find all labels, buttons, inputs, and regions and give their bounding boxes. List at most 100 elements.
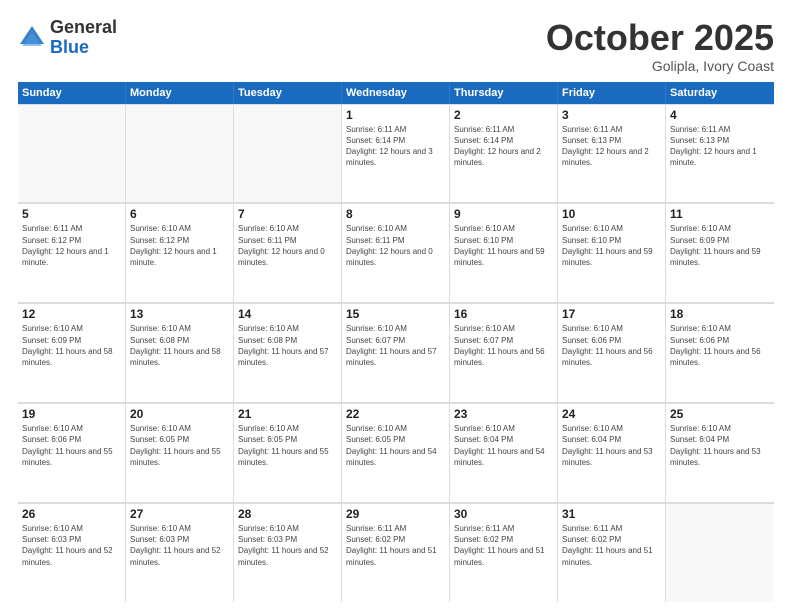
header: General Blue October 2025 Golipla, Ivory… [18,18,774,74]
cell-info: Sunrise: 6:10 AMSunset: 6:05 PMDaylight:… [346,423,445,468]
day-cell-10: 10 Sunrise: 6:10 AMSunset: 6:10 PMDayligh… [558,203,666,302]
logo-icon [18,24,46,52]
cell-info: Sunrise: 6:10 AMSunset: 6:03 PMDaylight:… [22,523,121,568]
day-number: 24 [562,407,661,421]
page: General Blue October 2025 Golipla, Ivory… [0,0,792,612]
day-number: 30 [454,507,553,521]
calendar-row-1: 5 Sunrise: 6:11 AMSunset: 6:12 PMDaylight… [18,203,774,303]
cell-info: Sunrise: 6:11 AMSunset: 6:12 PMDaylight:… [22,223,121,268]
cell-info: Sunrise: 6:10 AMSunset: 6:03 PMDaylight:… [238,523,337,568]
day-number: 11 [670,207,770,221]
cell-info: Sunrise: 6:11 AMSunset: 6:02 PMDaylight:… [454,523,553,568]
empty-cell [126,104,234,203]
cell-info: Sunrise: 6:10 AMSunset: 6:08 PMDaylight:… [130,323,229,368]
location: Golipla, Ivory Coast [546,58,774,74]
day-cell-25: 25 Sunrise: 6:10 AMSunset: 6:04 PMDayligh… [666,403,774,502]
month-title: October 2025 [546,18,774,58]
cell-info: Sunrise: 6:10 AMSunset: 6:07 PMDaylight:… [454,323,553,368]
cell-info: Sunrise: 6:10 AMSunset: 6:06 PMDaylight:… [670,323,770,368]
calendar-row-2: 12 Sunrise: 6:10 AMSunset: 6:09 PMDayligh… [18,303,774,403]
day-number: 31 [562,507,661,521]
logo-text: General Blue [50,18,117,58]
day-number: 14 [238,307,337,321]
calendar-row-0: 1Sunrise: 6:11 AMSunset: 6:14 PMDaylight… [18,104,774,204]
day-cell-11: 11 Sunrise: 6:10 AMSunset: 6:09 PMDayligh… [666,203,774,302]
day-number: 7 [238,207,337,221]
cell-info: Sunrise: 6:11 AMSunset: 6:13 PMDaylight:… [670,124,770,169]
empty-cell [18,104,126,203]
day-number: 10 [562,207,661,221]
day-cell-21: 21Sunrise: 6:10 AMSunset: 6:05 PMDayligh… [234,403,342,502]
day-cell-18: 18 Sunrise: 6:10 AMSunset: 6:06 PMDayligh… [666,303,774,402]
cell-info: Sunrise: 6:10 AMSunset: 6:04 PMDaylight:… [562,423,661,468]
day-number: 25 [670,407,770,421]
weekday-header-monday: Monday [126,82,234,104]
day-number: 27 [130,507,229,521]
day-cell-27: 27 Sunrise: 6:10 AMSunset: 6:03 PMDayligh… [126,503,234,602]
day-cell-5: 5 Sunrise: 6:11 AMSunset: 6:12 PMDaylight… [18,203,126,302]
day-number: 9 [454,207,553,221]
day-cell-26: 26 Sunrise: 6:10 AMSunset: 6:03 PMDayligh… [18,503,126,602]
cell-info: Sunrise: 6:10 AMSunset: 6:04 PMDaylight:… [670,423,770,468]
day-number: 2 [454,108,553,122]
day-cell-3: 3 Sunrise: 6:11 AMSunset: 6:13 PMDaylight… [558,104,666,203]
calendar-body: 1Sunrise: 6:11 AMSunset: 6:14 PMDaylight… [18,104,774,602]
day-number: 19 [22,407,121,421]
day-number: 5 [22,207,121,221]
empty-cell [666,503,774,602]
weekday-header-friday: Friday [558,82,666,104]
day-cell-9: 9Sunrise: 6:10 AMSunset: 6:10 PMDaylight… [450,203,558,302]
day-cell-17: 17Sunrise: 6:10 AMSunset: 6:06 PMDayligh… [558,303,666,402]
day-cell-22: 22 Sunrise: 6:10 AMSunset: 6:05 PMDayligh… [342,403,450,502]
day-number: 3 [562,108,661,122]
day-number: 29 [346,507,445,521]
day-number: 20 [130,407,229,421]
weekday-header-wednesday: Wednesday [342,82,450,104]
day-number: 28 [238,507,337,521]
day-cell-4: 4 Sunrise: 6:11 AMSunset: 6:13 PMDaylight… [666,104,774,203]
weekday-header-saturday: Saturday [666,82,774,104]
cell-info: Sunrise: 6:10 AMSunset: 6:12 PMDaylight:… [130,223,229,268]
day-cell-30: 30 Sunrise: 6:11 AMSunset: 6:02 PMDayligh… [450,503,558,602]
day-number: 26 [22,507,121,521]
day-cell-16: 16Sunrise: 6:10 AMSunset: 6:07 PMDayligh… [450,303,558,402]
calendar-header: SundayMondayTuesdayWednesdayThursdayFrid… [18,82,774,104]
day-cell-28: 28 Sunrise: 6:10 AMSunset: 6:03 PMDayligh… [234,503,342,602]
day-cell-13: 13 Sunrise: 6:10 AMSunset: 6:08 PMDayligh… [126,303,234,402]
cell-info: Sunrise: 6:11 AMSunset: 6:13 PMDaylight:… [562,124,661,169]
cell-info: Sunrise: 6:10 AMSunset: 6:09 PMDaylight:… [670,223,770,268]
day-cell-29: 29 Sunrise: 6:11 AMSunset: 6:02 PMDayligh… [342,503,450,602]
calendar-row-4: 26 Sunrise: 6:10 AMSunset: 6:03 PMDayligh… [18,503,774,602]
day-cell-24: 24 Sunrise: 6:10 AMSunset: 6:04 PMDayligh… [558,403,666,502]
cell-info: Sunrise: 6:11 AMSunset: 6:14 PMDaylight:… [454,124,553,169]
day-number: 4 [670,108,770,122]
day-cell-31: 31 Sunrise: 6:11 AMSunset: 6:02 PMDayligh… [558,503,666,602]
calendar-row-3: 19Sunrise: 6:10 AMSunset: 6:06 PMDayligh… [18,403,774,503]
cell-info: Sunrise: 6:10 AMSunset: 6:06 PMDaylight:… [562,323,661,368]
day-cell-23: 23 Sunrise: 6:10 AMSunset: 6:04 PMDayligh… [450,403,558,502]
logo-blue: Blue [50,38,117,58]
cell-info: Sunrise: 6:11 AMSunset: 6:02 PMDaylight:… [562,523,661,568]
cell-info: Sunrise: 6:10 AMSunset: 6:07 PMDaylight:… [346,323,445,368]
weekday-header-thursday: Thursday [450,82,558,104]
weekday-header-sunday: Sunday [18,82,126,104]
day-number: 23 [454,407,553,421]
logo: General Blue [18,18,117,58]
day-number: 22 [346,407,445,421]
cell-info: Sunrise: 6:10 AMSunset: 6:04 PMDaylight:… [454,423,553,468]
cell-info: Sunrise: 6:11 AMSunset: 6:14 PMDaylight:… [346,124,445,169]
day-number: 21 [238,407,337,421]
cell-info: Sunrise: 6:11 AMSunset: 6:02 PMDaylight:… [346,523,445,568]
cell-info: Sunrise: 6:10 AMSunset: 6:10 PMDaylight:… [562,223,661,268]
day-cell-20: 20Sunrise: 6:10 AMSunset: 6:05 PMDayligh… [126,403,234,502]
day-number: 6 [130,207,229,221]
cell-info: Sunrise: 6:10 AMSunset: 6:03 PMDaylight:… [130,523,229,568]
day-number: 13 [130,307,229,321]
calendar: SundayMondayTuesdayWednesdayThursdayFrid… [18,82,774,602]
day-number: 12 [22,307,121,321]
title-block: October 2025 Golipla, Ivory Coast [546,18,774,74]
day-cell-7: 7Sunrise: 6:10 AMSunset: 6:11 PMDaylight… [234,203,342,302]
day-number: 18 [670,307,770,321]
cell-info: Sunrise: 6:10 AMSunset: 6:09 PMDaylight:… [22,323,121,368]
cell-info: Sunrise: 6:10 AMSunset: 6:11 PMDaylight:… [346,223,445,268]
